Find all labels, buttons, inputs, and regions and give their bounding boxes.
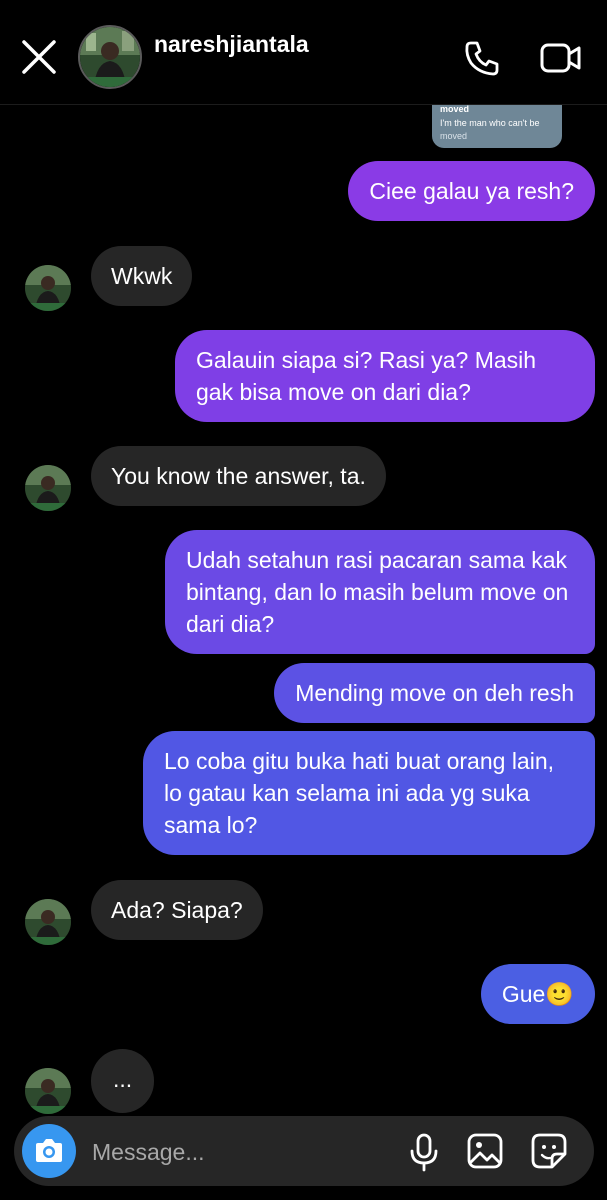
sender-avatar[interactable] <box>25 465 71 511</box>
message-text: You know the answer, ta. <box>111 463 366 489</box>
message-composer <box>14 1116 594 1186</box>
message-text: Ada? Siapa? <box>111 897 243 923</box>
sender-avatar[interactable] <box>25 265 71 311</box>
sender-avatar[interactable] <box>25 899 71 945</box>
phone-icon[interactable] <box>463 39 501 77</box>
message-text: Galauin siapa si? Rasi ya? Masih gak bis… <box>196 347 537 405</box>
outgoing-message[interactable]: Mending move on deh resh <box>274 663 595 723</box>
sticker-icon[interactable] <box>530 1132 568 1170</box>
chat-header: nareshjiantala <box>0 0 607 105</box>
message-text: Udah setahun rasi pacaran sama kak binta… <box>186 547 569 637</box>
shared-post-title: moved <box>440 104 470 114</box>
incoming-message[interactable]: You know the answer, ta. <box>91 446 386 506</box>
outgoing-message[interactable]: Lo coba gitu buka hati buat orang lain, … <box>143 731 595 855</box>
camera-button[interactable] <box>22 1124 76 1178</box>
outgoing-message[interactable]: Udah setahun rasi pacaran sama kak binta… <box>165 530 595 654</box>
message-text: Mending move on deh resh <box>295 680 574 706</box>
video-camera-icon[interactable] <box>540 40 582 76</box>
outgoing-message[interactable]: Galauin siapa si? Rasi ya? Masih gak bis… <box>175 330 595 422</box>
message-text: Gue🙂 <box>501 981 574 1007</box>
contact-username[interactable]: nareshjiantala <box>154 31 309 58</box>
message-input[interactable] <box>90 1130 384 1174</box>
shared-post-text: I'm the man who can't be <box>440 118 540 128</box>
contact-avatar[interactable] <box>78 25 142 89</box>
sender-avatar[interactable] <box>25 1068 71 1114</box>
incoming-message[interactable]: ... <box>91 1049 155 1113</box>
shared-post-subtext: moved <box>440 131 468 141</box>
outgoing-message[interactable]: Ciee galau ya resh? <box>348 161 595 221</box>
gallery-icon[interactable] <box>466 1132 504 1170</box>
close-icon[interactable] <box>20 38 58 76</box>
message-text: ... <box>113 1066 133 1092</box>
outgoing-message[interactable]: Gue🙂 <box>480 964 595 1024</box>
message-text: Lo coba gitu buka hati buat orang lain, … <box>164 748 555 838</box>
microphone-icon[interactable] <box>406 1132 442 1172</box>
incoming-message[interactable]: Wkwk <box>91 246 193 306</box>
message-text: Wkwk <box>111 263 173 289</box>
camera-icon <box>36 1139 62 1162</box>
incoming-message[interactable]: Ada? Siapa? <box>91 880 263 940</box>
message-text: Ciee galau ya resh? <box>369 178 574 204</box>
